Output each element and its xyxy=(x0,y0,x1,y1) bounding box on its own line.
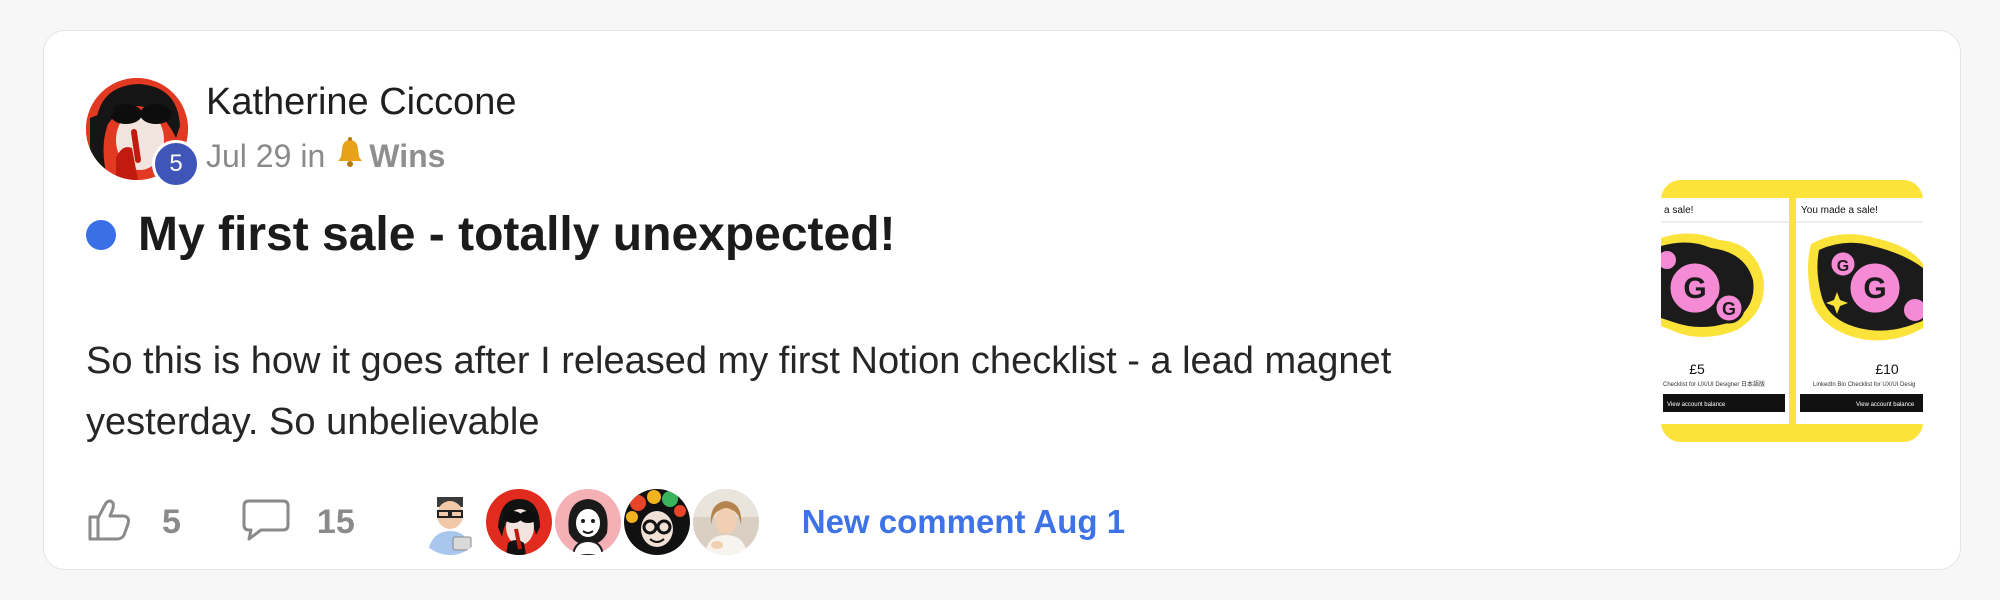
post-title-row[interactable]: My first sale - totally unexpected! xyxy=(86,207,896,262)
participant-avatars[interactable] xyxy=(416,489,762,555)
post-date: Jul 29 xyxy=(206,137,292,174)
post-card[interactable]: 5 Katherine Ciccone Jul 29 in Wins My fi… xyxy=(43,30,1961,570)
comment-icon xyxy=(241,497,291,548)
like-button[interactable]: 5 xyxy=(86,497,181,548)
comment-button[interactable]: 15 xyxy=(241,497,355,548)
space-link[interactable]: Wins xyxy=(369,138,445,175)
participant-avatar[interactable] xyxy=(692,489,759,555)
post-thumbnail[interactable]: a sale! G G £5 Checklist for UX/UI Desig… xyxy=(1661,180,1923,442)
thumb-right-button: View account balance xyxy=(1856,402,1915,408)
post-meta: Jul 29 in Wins xyxy=(206,137,445,175)
author-name[interactable]: Katherine Ciccone xyxy=(206,81,517,124)
thumb-right-header: You made a sale! xyxy=(1801,205,1878,216)
svg-text:G: G xyxy=(1837,258,1849,275)
svg-text:G: G xyxy=(1722,299,1736,319)
participant-avatar[interactable] xyxy=(485,489,552,555)
thumb-left-header: a sale! xyxy=(1664,205,1693,216)
unread-indicator xyxy=(86,219,116,250)
thumb-right-price: £10 xyxy=(1875,361,1899,377)
participant-avatar[interactable] xyxy=(623,489,690,555)
thumb-left-button: View account balance xyxy=(1667,402,1726,408)
participant-avatar[interactable] xyxy=(554,489,621,555)
bell-icon xyxy=(335,137,365,175)
new-comment-link[interactable]: New comment Aug 1 xyxy=(802,503,1125,541)
svg-text:G: G xyxy=(1863,272,1886,305)
in-label: in xyxy=(300,137,326,174)
participant-avatar[interactable] xyxy=(416,489,483,555)
post-body[interactable]: So this is how it goes after I released … xyxy=(86,331,1536,453)
thumb-left-product: Checklist for UX/UI Designer 日本語版 xyxy=(1663,380,1765,388)
author-avatar[interactable]: 5 xyxy=(86,78,200,188)
level-badge: 5 xyxy=(152,140,200,188)
thumb-left-price: £5 xyxy=(1689,361,1705,377)
post-footer: 5 15 New comment Aug 1 xyxy=(86,487,1125,557)
thumb-right-product: LinkedIn Bio Checklist for UX/UI Desig xyxy=(1813,382,1915,388)
like-count: 5 xyxy=(162,502,181,541)
svg-text:G: G xyxy=(1683,272,1706,305)
thumbs-up-icon xyxy=(86,497,132,548)
post-title[interactable]: My first sale - totally unexpected! xyxy=(138,207,896,262)
comment-count: 15 xyxy=(316,502,355,541)
